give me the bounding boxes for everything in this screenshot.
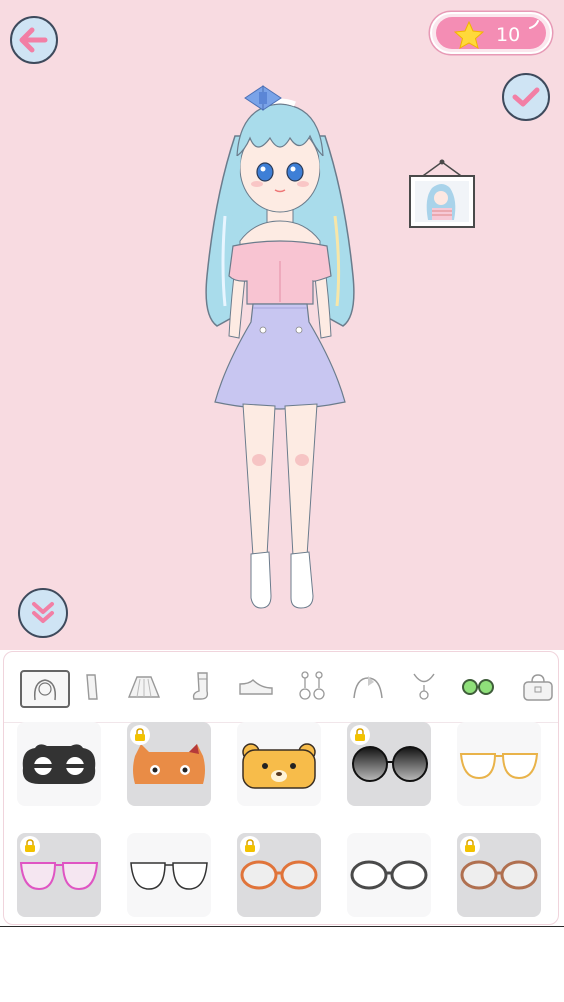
tab-skirt[interactable]	[122, 670, 166, 704]
item-black-sleep-mask[interactable]	[17, 722, 101, 806]
tab-headband[interactable]	[346, 670, 390, 704]
wardrobe-panel	[3, 651, 559, 925]
gold-aviator-glasses-icon	[459, 753, 539, 780]
collapse-panel-button[interactable]	[18, 588, 68, 638]
tab-hairstyle[interactable]	[20, 670, 70, 708]
tab-sock[interactable]	[180, 670, 224, 704]
necklace-icon	[413, 673, 435, 700]
item-gold-aviator-glasses[interactable]	[457, 722, 541, 806]
item-orange-round-glasses[interactable]	[237, 833, 321, 917]
lock-icon	[135, 728, 145, 741]
bottom-blank-area	[0, 926, 564, 1002]
hairstyle-icon	[33, 679, 57, 701]
tab-bag[interactable]	[516, 670, 558, 704]
shoe-icon	[239, 679, 273, 695]
sock-icon	[192, 672, 209, 700]
item-orange-cat-mask[interactable]	[127, 722, 211, 806]
item-bear-mask[interactable]	[237, 722, 321, 806]
back-arrow-icon	[19, 27, 48, 53]
confirm-button[interactable]	[502, 73, 550, 121]
framed-portrait-icon	[409, 159, 475, 228]
glasses-icon	[462, 679, 494, 695]
checkmark-icon	[512, 87, 540, 107]
skirt-icon	[127, 676, 161, 698]
grey-round-glasses-icon	[350, 860, 428, 890]
double-chevron-down-icon	[32, 602, 54, 623]
lock-badge	[350, 725, 370, 745]
back-button[interactable]	[10, 16, 58, 64]
lock-icon	[25, 839, 35, 852]
tab-glasses[interactable]	[456, 670, 500, 704]
top-icon	[86, 674, 98, 700]
dressup-stage: 10	[0, 0, 564, 650]
bear-mask-icon	[242, 743, 316, 789]
lock-icon	[245, 839, 255, 852]
shine-icon	[529, 20, 539, 29]
headband-icon	[353, 676, 383, 699]
star-count: 10	[496, 24, 521, 46]
lock-badge	[130, 725, 150, 745]
item-pink-aviator-glasses[interactable]	[17, 833, 101, 917]
star-counter: 10	[430, 12, 552, 54]
item-white-aviator-glasses[interactable]	[127, 833, 211, 917]
white-aviator-glasses-icon	[130, 862, 208, 890]
lock-badge	[240, 836, 260, 856]
dressed-character	[205, 85, 355, 609]
item-round-sunglasses[interactable]	[347, 722, 431, 806]
lock-badge	[20, 836, 40, 856]
item-brown-round-glasses[interactable]	[457, 833, 541, 917]
lock-icon	[355, 728, 365, 741]
black-sleep-mask-icon	[22, 744, 96, 784]
item-grey-round-glasses[interactable]	[347, 833, 431, 917]
tab-shoe[interactable]	[234, 670, 278, 704]
lock-badge	[460, 836, 480, 856]
tab-earring[interactable]	[290, 670, 334, 704]
tab-top[interactable]	[74, 670, 104, 704]
tab-necklace[interactable]	[402, 670, 446, 704]
lock-icon	[465, 839, 475, 852]
category-tabs	[4, 652, 558, 723]
bag-icon	[523, 674, 553, 701]
earring-icon	[299, 671, 325, 700]
star-icon	[454, 21, 484, 49]
